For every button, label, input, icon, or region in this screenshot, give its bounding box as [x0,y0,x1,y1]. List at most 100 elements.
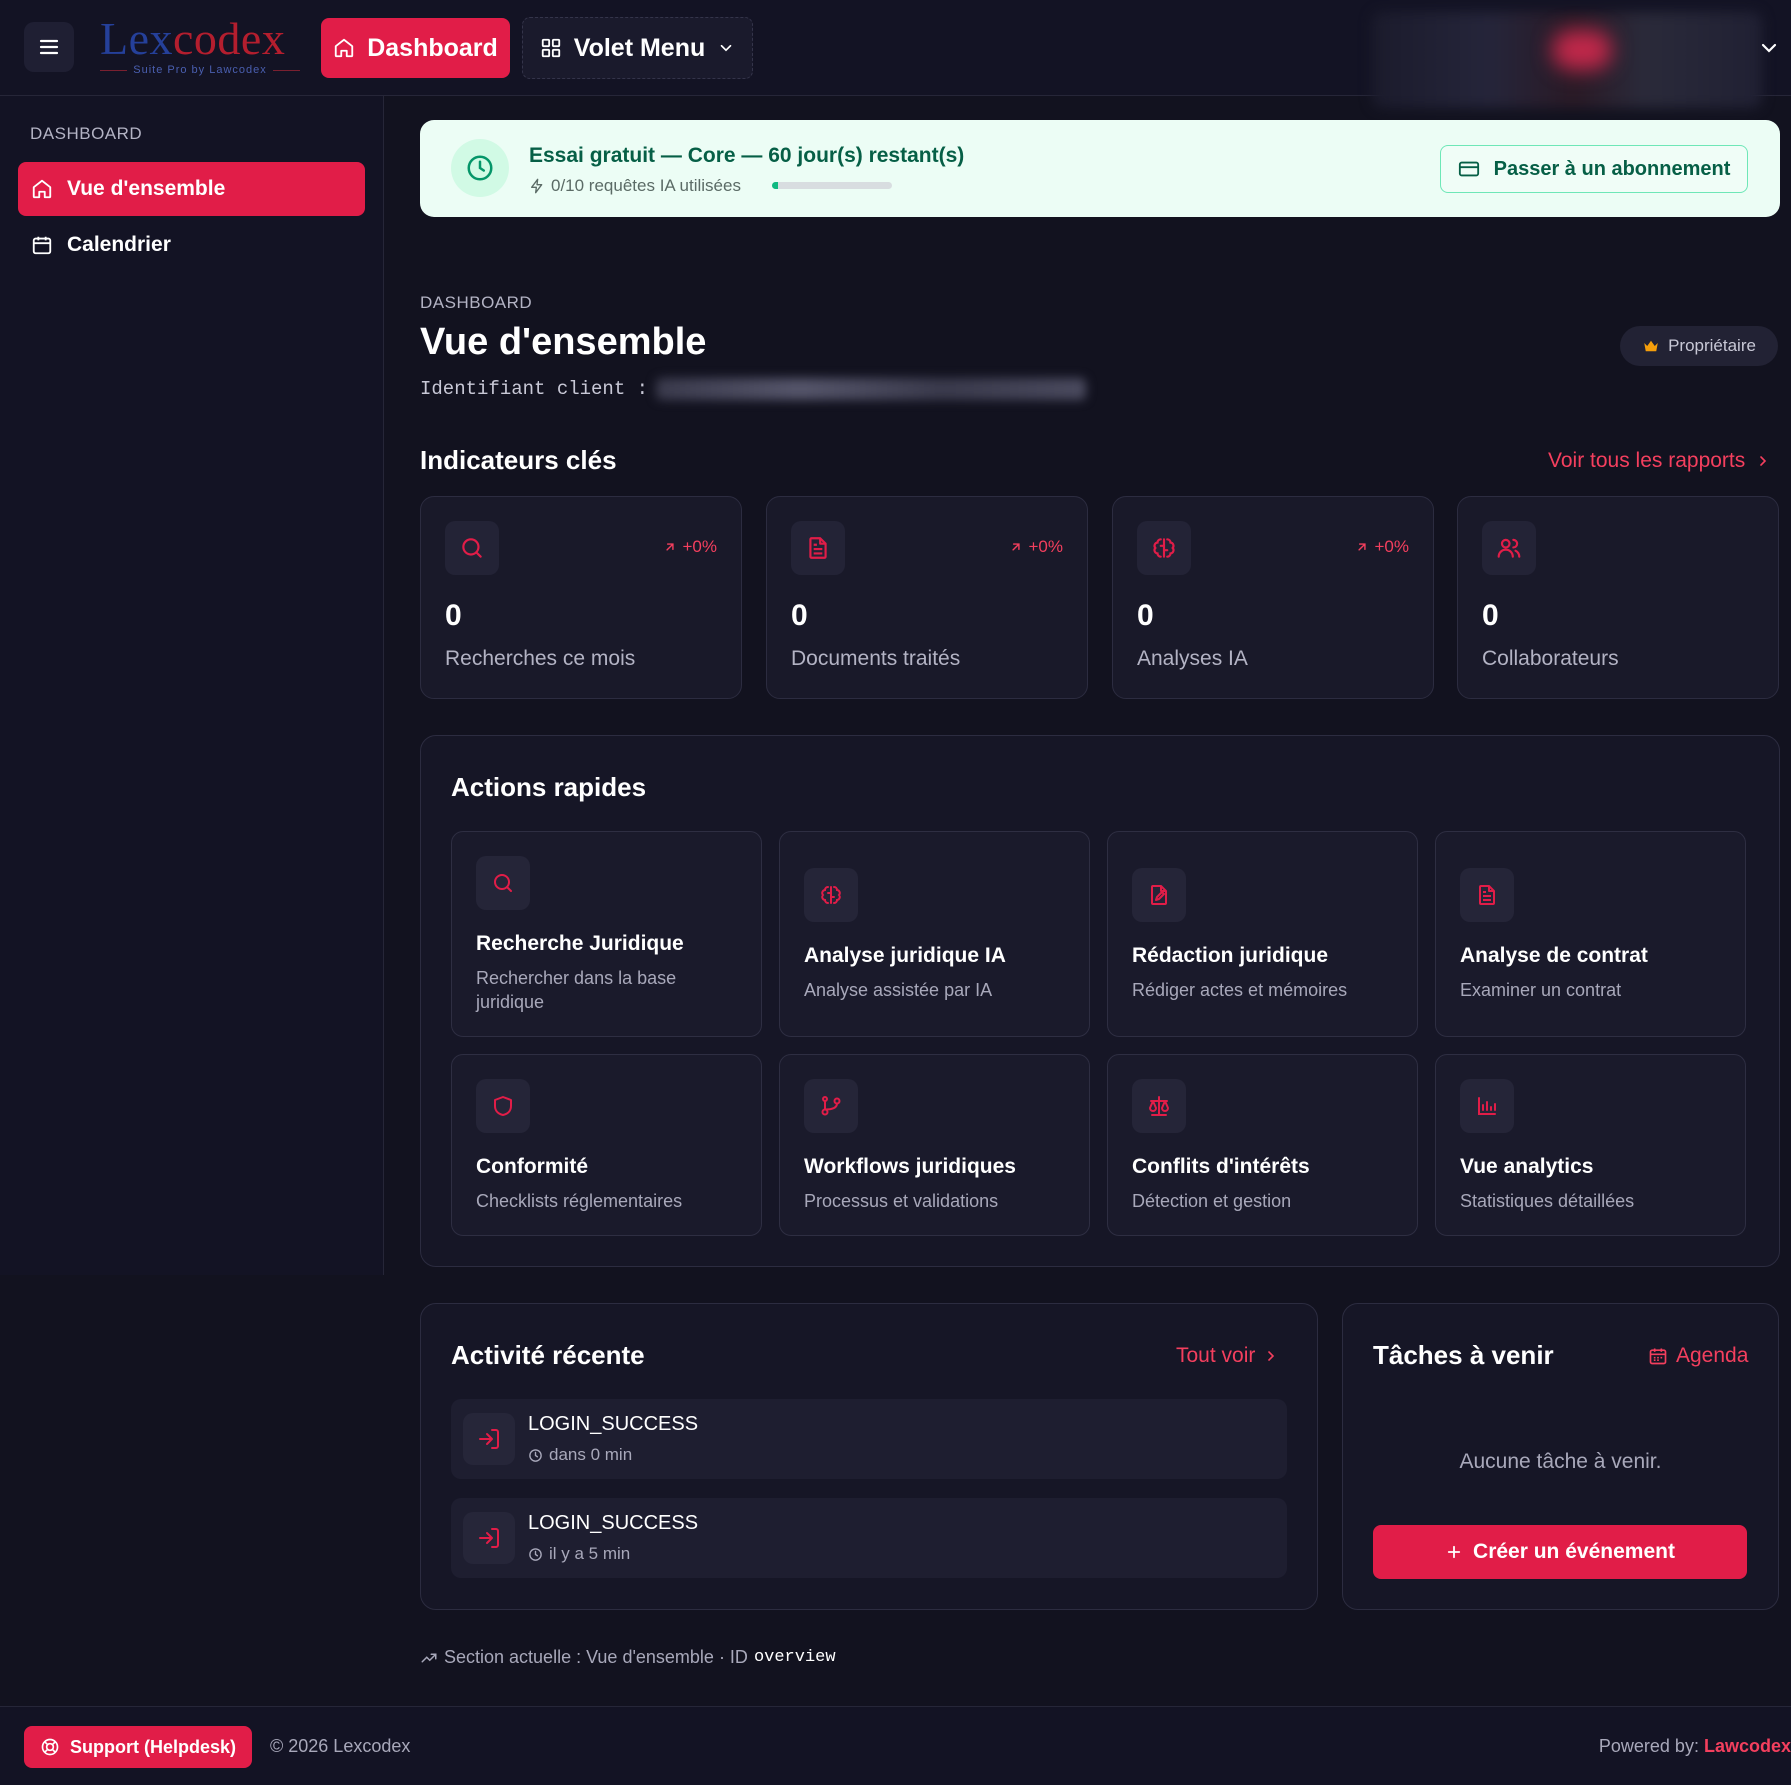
logo[interactable]: Lexcodex Suite Pro by Lawcodex [100,16,301,76]
action-description: Rédiger actes et mémoires [1132,980,1348,1000]
action-legal-drafting[interactable]: Rédaction juridique Rédiger actes et mém… [1107,831,1418,1037]
kpi-card-collaborators[interactable]: 0 Collaborateurs [1457,496,1779,699]
kpi-card-searches[interactable]: +0% 0 Recherches ce mois [420,496,742,699]
recent-activity-panel: Activité récente Tout voir LOGIN_SUCCESS… [420,1303,1318,1610]
owner-badge: Propriétaire [1620,326,1778,366]
kpi-card-ai-analyses[interactable]: +0% 0 Analyses IA [1112,496,1434,699]
support-button[interactable]: Support (Helpdesk) [24,1726,252,1768]
shield-icon [476,1079,530,1133]
kpi-label: Recherches ce mois [445,647,636,670]
owner-badge-label: Propriétaire [1668,336,1756,355]
zap-icon [531,178,543,194]
brain-icon [1137,521,1191,575]
action-title: Analyse de contrat [1460,944,1648,967]
kpi-label: Analyses IA [1137,647,1248,670]
git-branch-icon [804,1079,858,1133]
see-all-reports-link[interactable]: Voir tous les rapports [1548,449,1771,473]
empty-tasks-message: Aucune tâche à venir. [1459,1450,1662,1473]
chevron-down-icon[interactable] [1757,36,1781,60]
kpi-section-title: Indicateurs clés [420,445,617,475]
trial-title: Essai gratuit — Core — 60 jour(s) restan… [529,144,965,167]
activity-time-text: il y a 5 min [549,1544,631,1563]
see-all-activity-label: Tout voir [1176,1344,1256,1367]
powered-by-label: Powered by: [1598,1736,1699,1756]
activity-row[interactable]: LOGIN_SUCCESS il y a 5 min [451,1498,1287,1578]
trend-value: +0% [1374,537,1410,556]
section-note-id: overview [753,1648,836,1667]
powered-by-brand[interactable]: Lawcodex [1704,1736,1791,1756]
upgrade-button[interactable]: Passer à un abonnement [1440,145,1748,193]
document-icon [1460,868,1514,922]
sidebar-item-label: Calendrier [67,233,171,256]
hamburger-icon [39,39,59,55]
kpi-label: Documents traités [791,647,961,670]
action-description: Examiner un contrat [1460,980,1622,1000]
dashboard-button[interactable]: Dashboard [321,18,510,78]
arrow-up-right-icon [1357,543,1366,551]
login-icon [463,1512,515,1564]
chevron-down-icon [720,44,732,52]
see-all-activity-link[interactable]: Tout voir [1176,1344,1279,1368]
activity-event: LOGIN_SUCCESS [528,1512,699,1534]
sidebar-item-overview[interactable]: Vue d'ensemble [18,162,365,216]
bar-chart-icon [1460,1079,1514,1133]
client-id-label: Identifiant client : [420,378,649,400]
action-description: Analyse assistée par IA [804,980,993,1000]
action-compliance[interactable]: Conformité Checklists réglementaires [451,1054,762,1236]
chevron-right-icon [1268,1351,1275,1361]
action-description: Processus et validations [804,1191,999,1211]
kpi-value: 0 [1482,599,1499,632]
activity-time-text: dans 0 min [549,1445,633,1464]
brain-icon [804,868,858,922]
sidebar-item-calendar[interactable]: Calendrier [18,218,365,272]
action-title: Vue analytics [1460,1155,1594,1178]
create-event-button[interactable]: Créer un événement [1373,1525,1747,1579]
section-note-text: Section actuelle : Vue d'ensemble · ID [444,1647,748,1667]
activity-time: dans 0 min [528,1445,632,1465]
trending-up-icon [421,1653,437,1662]
upgrade-button-label: Passer à un abonnement [1493,157,1731,180]
sidebar-heading: DASHBOARD [30,124,143,143]
client-id: Identifiant client : [420,378,1087,400]
action-analytics[interactable]: Vue analytics Statistiques détaillées [1435,1054,1746,1236]
calendar-icon [1649,1348,1667,1365]
kpi-card-documents[interactable]: +0% 0 Documents traités [766,496,1088,699]
trend-badge: +0% [1009,537,1063,557]
client-id-value-blurred [656,378,1087,400]
logo-subtitle: Suite Pro by Lawcodex [133,64,267,76]
see-all-reports-label: Voir tous les rapports [1548,449,1746,472]
action-legal-search[interactable]: Recherche Juridique Rechercher dans la b… [451,831,762,1037]
clock-icon [451,139,509,197]
file-pen-icon [1132,868,1186,922]
activity-row[interactable]: LOGIN_SUCCESS dans 0 min [451,1399,1287,1479]
recent-activity-title: Activité récente [451,1340,645,1370]
kpi-value: 0 [1137,599,1154,632]
copyright: © 2026 Lexcodex [270,1736,411,1756]
volet-menu-button[interactable]: Volet Menu [522,17,753,79]
trend-badge: +0% [1355,537,1410,557]
menu-toggle-button[interactable] [24,22,74,72]
users-icon [1482,521,1536,575]
action-title: Workflows juridiques [804,1155,1016,1178]
search-icon [476,856,530,910]
plus-icon [1447,1545,1461,1559]
action-description: Checklists réglementaires [476,1191,683,1211]
action-title: Analyse juridique IA [804,944,1006,967]
quick-actions-title: Actions rapides [451,772,647,802]
action-description: Statistiques détaillées [1460,1191,1635,1211]
activity-event: LOGIN_SUCCESS [528,1413,699,1435]
agenda-link[interactable]: Agenda [1648,1344,1748,1368]
upcoming-tasks-title: Tâches à venir [1373,1340,1554,1370]
action-ai-analysis[interactable]: Analyse juridique IA Analyse assistée pa… [779,831,1090,1037]
action-title: Conflits d'intérêts [1132,1155,1310,1178]
scale-icon [1132,1079,1186,1133]
quick-actions-panel: Actions rapides Recherche Juridique Rech… [420,735,1780,1267]
volet-menu-label: Volet Menu [573,33,706,62]
action-workflows[interactable]: Workflows juridiques Processus et valida… [779,1054,1090,1236]
arrow-up-right-icon [665,543,674,551]
action-contract-analysis[interactable]: Analyse de contrat Examiner un contrat [1435,831,1746,1037]
document-icon [791,521,845,575]
action-conflicts[interactable]: Conflits d'intérêts Détection et gestion [1107,1054,1418,1236]
calendar-icon [32,236,52,255]
trial-banner: Essai gratuit — Core — 60 jour(s) restan… [420,120,1780,217]
